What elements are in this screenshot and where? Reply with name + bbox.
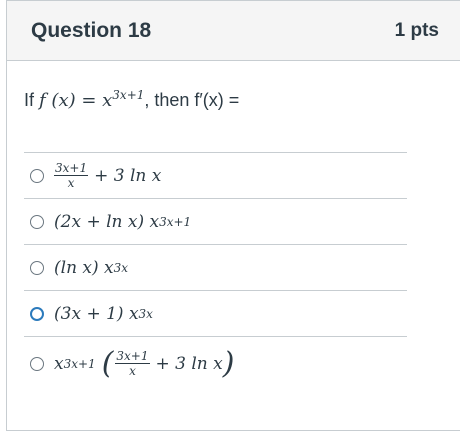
answer-option-1[interactable]: 3x+1 x + 3 ln x [24,152,407,198]
fraction-numerator: 3x+1 [54,161,89,176]
answer-text: (3x + 1) x 3x [54,304,153,324]
answer-option-3[interactable]: (ln x) x 3x [24,244,407,290]
question-prompt: If f (x) = x3x+1, then f′(x) = [24,88,239,111]
answer-base: (2x + ln x) x [54,211,160,232]
answer-option-4[interactable]: (3x + 1) x 3x [24,290,407,336]
radio-button-focused[interactable] [30,306,44,321]
answer-text: (2x + ln x) x 3x+1 [54,212,191,232]
answer-rest: + 3 ln x [155,353,223,374]
answer-prefix-exponent: 3x+1 [63,356,96,371]
fraction-denominator: x [67,176,75,190]
answer-text: (ln x) x 3x [54,258,128,278]
answer-rest: + 3 ln x [94,165,162,186]
right-paren: ) [222,345,235,381]
prompt-suffix: , then f′(x) = [144,90,240,110]
answer-option-5[interactable]: x 3x+1 ( 3x+1 x + 3 ln x ) [24,336,407,390]
answer-option-2[interactable]: (2x + ln x) x 3x+1 [24,198,407,244]
answer-base: (3x + 1) x [54,303,139,324]
prompt-function: f (x) = x [39,90,113,111]
fraction-denominator: x [129,364,136,378]
left-paren: ( [101,345,114,381]
fraction-numerator: 3x+1 [115,349,150,364]
question-header: Question 18 1 pts [7,1,460,61]
radio-button[interactable] [30,260,44,275]
answer-exponent: 3x [138,306,153,321]
fraction: 3x+1 x [115,349,150,378]
answer-text: 3x+1 x + 3 ln x [54,162,161,189]
radio-button[interactable] [30,168,44,183]
answer-text: x 3x+1 ( 3x+1 x + 3 ln x ) [54,345,235,381]
question-title: Question 18 [31,18,152,42]
answer-prefix: x [54,353,64,374]
answer-exponent: 3x+1 [159,214,192,229]
question-points: 1 pts [394,19,439,41]
answer-list: 3x+1 x + 3 ln x (2x + ln x) x 3x+1 (ln x)… [24,152,407,390]
radio-button[interactable] [30,214,44,229]
prompt-exponent: 3x+1 [112,88,145,102]
answer-base: (ln x) x [54,257,114,278]
fraction: 3x+1 x [54,161,89,190]
prompt-prefix: If [24,90,35,110]
answer-exponent: 3x [113,260,129,275]
radio-button[interactable] [30,356,44,371]
